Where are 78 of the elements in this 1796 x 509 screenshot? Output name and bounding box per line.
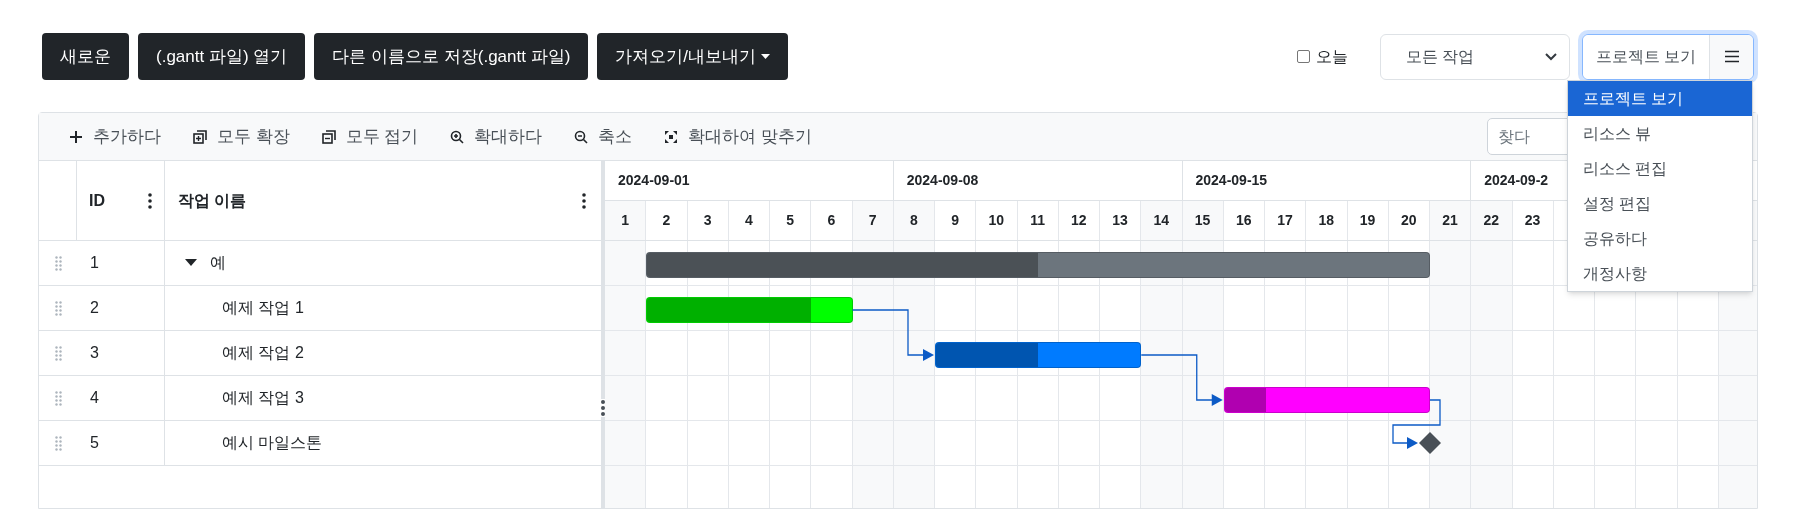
column-header: ID xyxy=(89,190,105,211)
toolbar-button[interactable]: 새로운 xyxy=(42,33,129,80)
collapse-icon xyxy=(321,129,336,144)
table-cell: 4 xyxy=(77,376,165,420)
drag-handle-icon[interactable] xyxy=(54,345,62,361)
toolbar-button[interactable]: (.gantt 파일) 열기 xyxy=(138,33,306,80)
day-header: 14 xyxy=(1141,201,1183,240)
task-name: 예제 작업 3 xyxy=(222,388,304,408)
table-cell: 3 xyxy=(77,331,165,375)
toolbar-action[interactable]: 축소 xyxy=(574,123,633,150)
menu-button[interactable] xyxy=(1709,34,1753,79)
day-header: 16 xyxy=(1223,201,1265,240)
task-name: 예시 마일스톤 xyxy=(222,433,323,453)
day-header: 3 xyxy=(687,201,729,240)
day-header: 9 xyxy=(935,201,977,240)
task-name: 예제 작업 1 xyxy=(222,298,304,318)
toolbar-action[interactable]: 모두 확장 xyxy=(193,123,290,150)
caret-icon xyxy=(761,54,771,59)
table-cell: 1 xyxy=(77,241,165,285)
today-label: 오늘 xyxy=(1315,46,1348,67)
toolbar-action[interactable]: 추가하다 xyxy=(69,123,161,150)
day-header: 19 xyxy=(1347,201,1389,240)
day-header: 7 xyxy=(852,201,894,240)
task-name: 예 xyxy=(210,253,226,273)
day-header: 8 xyxy=(893,201,935,240)
week-header: 2024-09-08 xyxy=(893,161,1183,200)
day-header: 1 xyxy=(605,201,647,240)
column-menu-icon[interactable] xyxy=(582,192,586,209)
summary-bar[interactable] xyxy=(646,252,1430,278)
import-export-dropdown[interactable]: 가져오기/내보내기 xyxy=(597,33,789,80)
drag-handle-icon[interactable] xyxy=(54,435,62,451)
chevron-down-icon xyxy=(1544,52,1557,61)
day-header: 2 xyxy=(646,201,688,240)
table-cell: 2 xyxy=(77,286,165,330)
zoom-in-icon xyxy=(450,129,465,144)
caret-down-icon[interactable] xyxy=(185,259,197,267)
milestone-icon[interactable] xyxy=(1419,432,1441,454)
menu-item[interactable]: 프로젝트 보기 xyxy=(1568,81,1752,116)
drag-handle-icon[interactable] xyxy=(54,390,62,406)
day-header: 11 xyxy=(1017,201,1059,240)
drag-handle-icon[interactable] xyxy=(54,300,62,316)
menu-item[interactable]: 개정사항 xyxy=(1568,256,1752,291)
column-header: 작업 이름 xyxy=(178,190,247,211)
day-header: 10 xyxy=(976,201,1018,240)
day-header: 17 xyxy=(1265,201,1307,240)
menu-item[interactable]: 리소스 뷰 xyxy=(1568,116,1752,151)
toolbar-action[interactable]: 확대하여 맞추기 xyxy=(664,123,813,150)
menu-item[interactable]: 리소스 편집 xyxy=(1568,151,1752,186)
menu-item[interactable]: 설정 편집 xyxy=(1568,186,1752,221)
week-header: 2024-09-01 xyxy=(605,161,894,200)
task-bar[interactable] xyxy=(1223,387,1430,413)
table-cell: 5 xyxy=(77,421,165,465)
day-header: 5 xyxy=(770,201,812,240)
expand-icon xyxy=(193,129,207,144)
day-header: 6 xyxy=(811,201,853,240)
week-header: 2024-09-15 xyxy=(1182,161,1472,200)
toolbar-button[interactable]: 다른 이름으로 저장(.gantt 파일) xyxy=(314,33,589,80)
toolbar-action[interactable]: 확대하다 xyxy=(450,123,543,150)
today-checkbox[interactable] xyxy=(1296,50,1310,63)
day-header: 22 xyxy=(1471,201,1513,240)
column-menu-icon[interactable] xyxy=(148,192,152,209)
zoom-out-icon xyxy=(574,129,589,144)
day-header: 21 xyxy=(1430,201,1472,240)
task-bar[interactable] xyxy=(646,297,853,323)
menu-icon xyxy=(1723,50,1740,63)
day-header: 23 xyxy=(1512,201,1554,240)
day-header: 12 xyxy=(1058,201,1100,240)
fit-icon xyxy=(664,129,679,144)
day-header: 18 xyxy=(1306,201,1348,240)
plus-icon xyxy=(69,129,83,144)
day-header: 4 xyxy=(728,201,770,240)
day-header: 15 xyxy=(1182,201,1224,240)
task-bar[interactable] xyxy=(935,342,1142,368)
filter-select[interactable]: 모든 작업 xyxy=(1379,33,1570,80)
toolbar-action[interactable]: 모두 접기 xyxy=(321,123,419,150)
task-name: 예제 작업 2 xyxy=(222,343,304,363)
menu-item[interactable]: 공유하다 xyxy=(1568,221,1752,256)
drag-handle-icon[interactable] xyxy=(54,255,62,271)
